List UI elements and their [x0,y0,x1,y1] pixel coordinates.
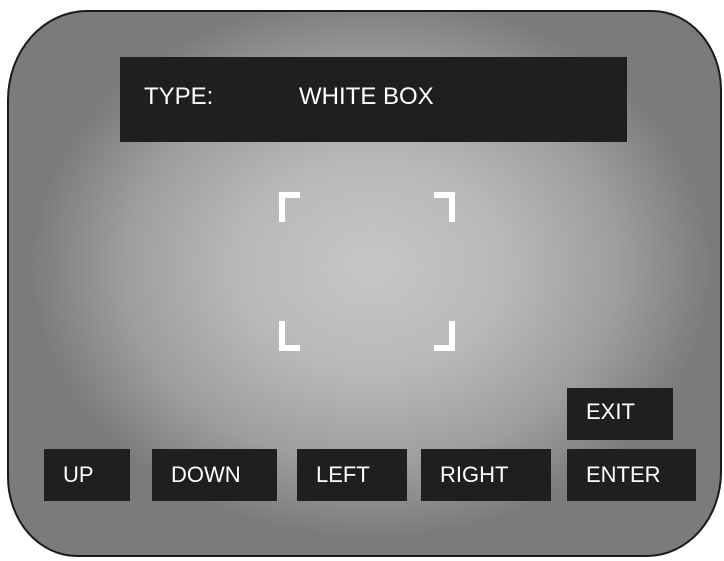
frame-corner-top-left-icon [279,192,300,222]
frame-corner-top-right-icon [434,192,455,222]
type-label: TYPE: [144,83,214,110]
frame-corner-bottom-right-icon [434,321,455,351]
down-button[interactable]: DOWN [152,449,277,501]
osd-screen: TYPE: WHITE BOX EXIT UP DOWN LEFT RIGHT … [7,10,722,557]
right-button[interactable]: RIGHT [421,449,551,501]
left-button[interactable]: LEFT [297,449,407,501]
exit-button[interactable]: EXIT [567,388,673,440]
type-display-bar: TYPE: WHITE BOX [120,57,627,142]
enter-button[interactable]: ENTER [567,449,696,501]
frame-corner-bottom-left-icon [279,321,300,351]
type-value: WHITE BOX [299,83,434,110]
up-button[interactable]: UP [44,449,130,501]
